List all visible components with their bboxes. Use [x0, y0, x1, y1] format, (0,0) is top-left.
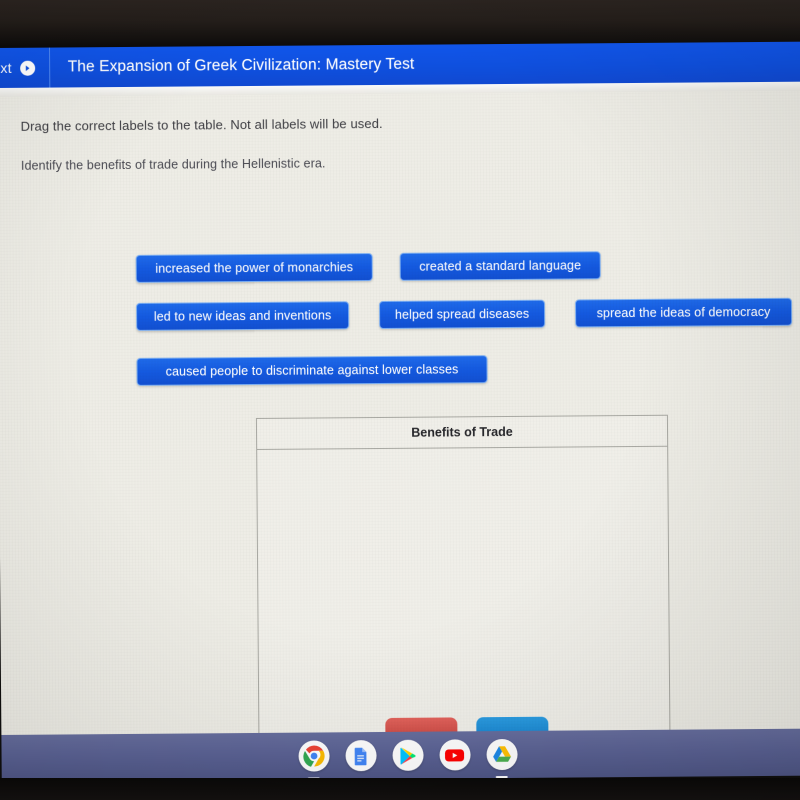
label-new-ideas-inventions[interactable]: led to new ideas and inventions — [136, 301, 350, 331]
answer-table[interactable]: Benefits of Trade — [255, 414, 671, 736]
play-store-icon[interactable] — [391, 739, 424, 771]
next-button[interactable]: Next — [0, 47, 50, 89]
app-header-bar: Next The Expansion of Greek Civilization… — [0, 41, 800, 89]
next-button-label: Next — [0, 59, 12, 77]
label-helped-spread-diseases[interactable]: helped spread diseases — [378, 299, 546, 329]
instruction-line-1: Drag the correct labels to the table. No… — [20, 115, 383, 134]
label-discriminate-lower-classes[interactable]: caused people to discriminate against lo… — [136, 355, 488, 386]
label-created-standard-language[interactable]: created a standard language — [399, 251, 601, 281]
taskbar-shelf — [1, 728, 800, 782]
youtube-icon[interactable] — [438, 739, 471, 771]
chrome-icon[interactable] — [297, 740, 330, 772]
reset-button[interactable] — [385, 717, 458, 732]
arrow-right-circle-icon — [19, 60, 35, 76]
screen-bezel-bottom — [0, 778, 800, 800]
label-increased-power-monarchies[interactable]: increased the power of monarchies — [135, 253, 373, 283]
table-dropzone[interactable] — [257, 447, 669, 735]
laptop-screen-photo: Next The Expansion of Greek Civilization… — [0, 0, 800, 800]
question-page: Drag the correct labels to the table. No… — [0, 90, 800, 736]
instruction-line-2: Identify the benefits of trade during th… — [20, 156, 326, 173]
drive-icon[interactable] — [485, 738, 518, 771]
submit-button[interactable] — [476, 716, 549, 732]
docs-icon[interactable] — [344, 740, 377, 772]
screen-content: Next The Expansion of Greek Civilization… — [0, 41, 800, 782]
label-spread-ideas-democracy[interactable]: spread the ideas of democracy — [574, 297, 793, 328]
table-column-header: Benefits of Trade — [256, 415, 668, 450]
page-title: The Expansion of Greek Civilization: Mas… — [67, 55, 415, 76]
